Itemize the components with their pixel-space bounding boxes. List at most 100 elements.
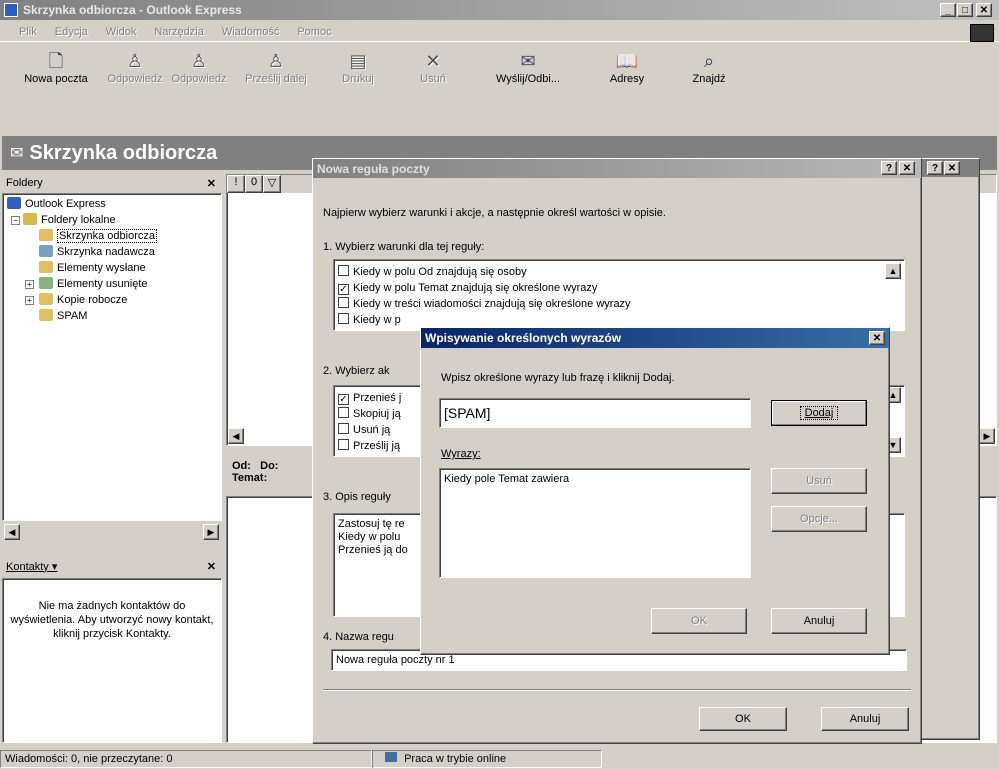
checkbox[interactable]: [338, 265, 349, 276]
send-receive-icon: ✉: [520, 51, 536, 71]
tree-deleted-items[interactable]: + Elementy usunięte: [7, 276, 217, 292]
online-icon: [385, 752, 397, 762]
expand-icon[interactable]: +: [25, 296, 34, 305]
inbox-banner-icon: ✉: [10, 145, 24, 162]
contacts-panel: Nie ma żadnych kontaktów do wyświetlenia…: [2, 578, 222, 743]
section3-label: 3. Opis reguły: [323, 491, 391, 503]
words-cancel-button[interactable]: Anuluj: [771, 608, 867, 634]
forward-icon: ♙: [267, 51, 285, 71]
checkbox-checked[interactable]: ✓: [338, 284, 349, 295]
menu-tools[interactable]: Narzędzia: [154, 26, 204, 38]
tree-spam[interactable]: SPAM: [7, 308, 217, 324]
section2-label: 2. Wybierz ak: [323, 365, 390, 377]
remove-word-button[interactable]: Usuń: [771, 468, 867, 494]
tree-local-folders[interactable]: − Foldery lokalne: [7, 212, 217, 228]
condition-item[interactable]: ✓ Kiedy w polu Temat znajdują się określo…: [338, 280, 900, 296]
send-receive-button[interactable]: ✉ Wyślij/Odbi...: [472, 44, 584, 88]
folders-hscroll-left[interactable]: ◀: [4, 524, 20, 540]
new-rule-close-button[interactable]: ✕: [899, 161, 915, 175]
words-list-item[interactable]: Kiedy pole Temat zawiera: [444, 473, 746, 485]
words-label: Wyrazy:: [441, 448, 481, 460]
new-rule-help-button[interactable]: ?: [881, 161, 897, 175]
new-rule-titlebar[interactable]: Nowa reguła poczty: [313, 159, 921, 178]
rule-ok-button[interactable]: OK: [699, 707, 787, 731]
collapse-icon[interactable]: −: [11, 216, 20, 225]
status-online: Praca w trybie online: [372, 750, 602, 768]
folders-header: Foldery ✕: [6, 177, 216, 190]
dialog-separator: [323, 689, 911, 691]
words-titlebar[interactable]: Wpisywanie określonych wyrazów: [421, 328, 889, 348]
new-mail-button[interactable]: 🗋 Nowa poczta: [10, 44, 102, 88]
contacts-header: Kontakty ▾ ✕: [6, 560, 216, 573]
section4-label: 4. Nazwa regu: [323, 631, 394, 643]
status-bar: Wiadomości: 0, nie przeczytane: 0 Praca …: [0, 749, 999, 769]
list-hscroll-right[interactable]: ▶: [979, 428, 995, 444]
drafts-folder-icon: [39, 293, 53, 305]
menu-view[interactable]: Widok: [106, 26, 137, 38]
list-hscroll-left[interactable]: ◀: [228, 428, 244, 444]
print-button[interactable]: ▤ Drukuj: [322, 44, 394, 88]
tree-outlook-express[interactable]: Outlook Express: [7, 196, 217, 212]
flag-column[interactable]: ▽: [263, 175, 281, 193]
folders-hscroll-right[interactable]: ▶: [203, 524, 219, 540]
reply-button[interactable]: ♙ Odpowiedz: [102, 44, 168, 88]
words-close-button[interactable]: ✕: [869, 331, 885, 345]
checkbox[interactable]: [338, 423, 349, 434]
contacts-empty-text: Nie ma żadnych kontaktów do wyświetlenia…: [10, 600, 214, 640]
checkbox[interactable]: [338, 297, 349, 308]
options-button[interactable]: Opcje...: [771, 506, 867, 532]
tree-sent-items[interactable]: Elementy wysłane: [7, 260, 217, 276]
close-contacts-icon[interactable]: ✕: [207, 560, 216, 573]
conditions-scroll-up[interactable]: ▲: [885, 263, 901, 279]
priority-column[interactable]: !: [227, 175, 245, 193]
tree-drafts[interactable]: + Kopie robocze: [7, 292, 217, 308]
maximize-button[interactable]: □: [957, 3, 973, 17]
checkbox-checked[interactable]: ✓: [338, 394, 349, 405]
rule-cancel-button[interactable]: Anuluj: [821, 707, 909, 731]
rules-close-button[interactable]: ✕: [944, 161, 960, 175]
new-rule-intro: Najpierw wybierz warunki i akcje, a nast…: [323, 207, 666, 219]
menu-help[interactable]: Pomoc: [297, 26, 331, 38]
expand-icon[interactable]: +: [25, 280, 34, 289]
menu-message[interactable]: Wiadomość: [222, 26, 279, 38]
rules-help-button[interactable]: ?: [927, 161, 943, 175]
menu-file[interactable]: Plik: [19, 26, 37, 38]
condition-item[interactable]: Kiedy w treści wiadomości znajdują się o…: [338, 296, 900, 312]
address-book-button[interactable]: 📖 Adresy: [584, 44, 670, 88]
condition-item[interactable]: Kiedy w p: [338, 312, 900, 328]
checkbox[interactable]: [338, 313, 349, 324]
attachment-column[interactable]: 0: [245, 175, 263, 193]
main-title-bar[interactable]: Skrzynka odbiorcza - Outlook Express: [0, 0, 999, 20]
local-folders-icon: [23, 213, 37, 225]
sent-folder-icon: [39, 261, 53, 273]
conditions-list: Kiedy w polu Od znajdują się osoby ✓ Kied…: [333, 259, 905, 331]
reply-all-button[interactable]: ♙ Odpowiedz: [168, 44, 230, 88]
print-icon: ▤: [349, 51, 367, 71]
close-folders-icon[interactable]: ✕: [207, 177, 216, 190]
delete-icon: ✕: [425, 51, 441, 71]
menu-edit[interactable]: Edycja: [55, 26, 88, 38]
outbox-folder-icon: [39, 245, 53, 257]
checkbox[interactable]: [338, 439, 349, 450]
checkbox[interactable]: [338, 407, 349, 418]
minimize-button[interactable]: _: [940, 3, 956, 17]
outlook-express-icon: [7, 197, 21, 209]
tree-inbox[interactable]: Skrzynka odbiorcza: [7, 228, 217, 244]
forward-button[interactable]: ♙ Prześlij dalej: [230, 44, 322, 88]
inbox-folder-icon: [39, 229, 53, 241]
deleted-folder-icon: [39, 277, 53, 289]
find-button[interactable]: ⌕ Znajdź: [670, 44, 748, 88]
outlook-app-icon: [4, 3, 18, 17]
main-window-title: Skrzynka odbiorcza - Outlook Express: [23, 3, 242, 17]
condition-item[interactable]: Kiedy w polu Od znajdują się osoby: [338, 264, 900, 280]
section1-label: 1. Wybierz warunki dla tej reguły:: [323, 241, 485, 253]
words-input[interactable]: [439, 398, 751, 428]
delete-button[interactable]: ✕ Usuń: [394, 44, 472, 88]
words-dialog: Wpisywanie określonych wyrazów ✕ Wpisz o…: [420, 327, 890, 655]
words-ok-button[interactable]: OK: [651, 608, 747, 634]
words-instruction: Wpisz określone wyrazy lub frazę i klikn…: [441, 372, 675, 384]
spam-folder-icon: [39, 309, 53, 321]
tree-outbox[interactable]: Skrzynka nadawcza: [7, 244, 217, 260]
add-word-button[interactable]: Dodaj: [771, 400, 867, 426]
close-button[interactable]: ✕: [976, 3, 992, 17]
